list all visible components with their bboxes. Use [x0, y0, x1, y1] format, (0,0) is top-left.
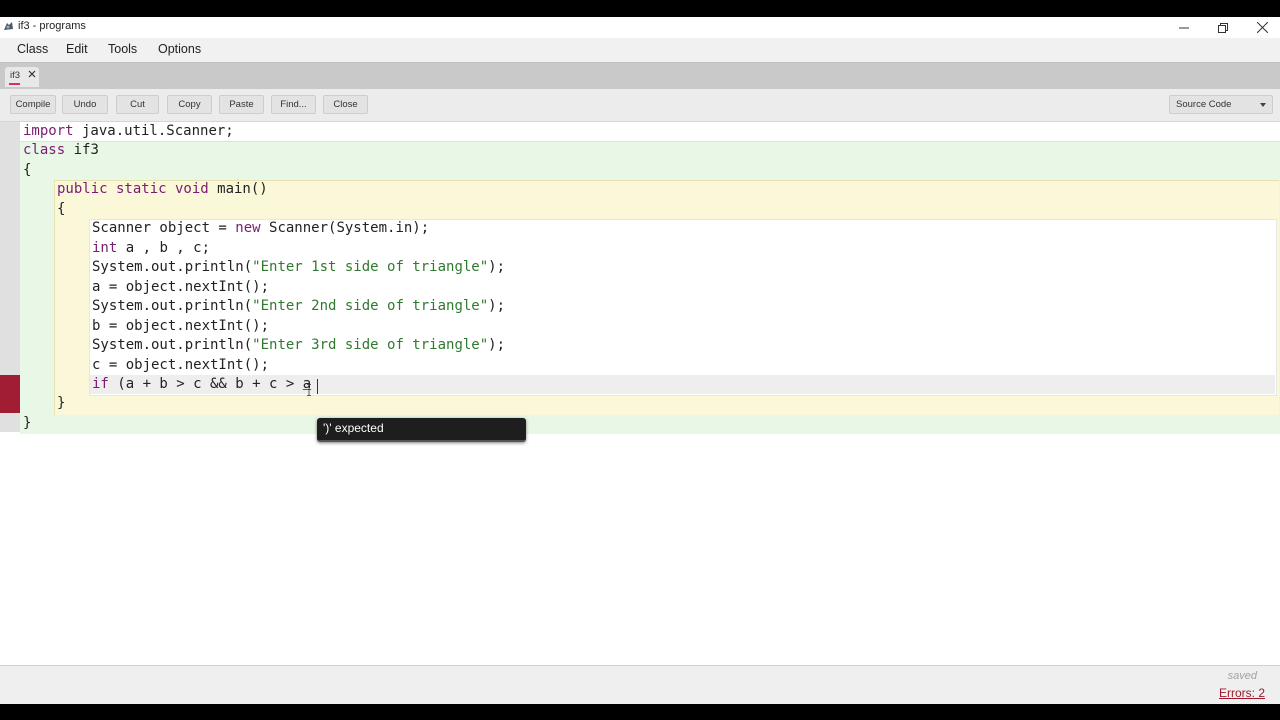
view-select-value: Source Code: [1176, 99, 1232, 110]
menu-bar: Class Edit Tools Options: [0, 38, 1280, 62]
close-icon: [1256, 22, 1268, 33]
restore-icon: [1218, 22, 1228, 33]
restore-button[interactable]: [1203, 17, 1243, 38]
code-text: (a + b > c && b + c >: [108, 376, 303, 392]
code-line-16: }: [23, 415, 32, 431]
tab-active-indicator: [9, 83, 20, 85]
code-line-2: class if3: [23, 141, 99, 160]
code-line-5: {: [57, 201, 66, 217]
code-line-8: System.out.println("Enter 1st side of tr…: [92, 258, 505, 277]
code-text: main(): [208, 181, 268, 197]
code-text: );: [488, 298, 506, 314]
tab-label: if3: [10, 70, 21, 81]
close-button[interactable]: Close: [323, 95, 368, 114]
code-line-4: public static void main(): [57, 180, 268, 199]
bluej-editor-window: if3 - programs Class Edit Tools Options …: [0, 17, 1280, 704]
code-line-12: System.out.println("Enter 3rd side of tr…: [92, 336, 505, 355]
saved-status: saved: [1227, 670, 1257, 682]
keyword: class: [23, 142, 66, 158]
code-line-7: int a , b , c;: [92, 239, 210, 258]
errors-link[interactable]: Errors: 2: [1219, 686, 1265, 700]
keyword: if: [92, 376, 109, 392]
code-text: if3: [65, 142, 99, 158]
code-text: System.out.println(: [92, 259, 253, 275]
code-line-15: }: [57, 395, 66, 411]
status-bar: saved Errors: 2: [0, 665, 1280, 704]
menu-tools[interactable]: Tools: [108, 42, 137, 56]
keyword: public static void: [57, 181, 209, 197]
code-line-3: {: [23, 162, 32, 178]
bluej-app-icon: [4, 22, 13, 30]
error-gutter-marker[interactable]: [0, 375, 20, 413]
copy-button[interactable]: Copy: [167, 95, 212, 114]
menu-edit[interactable]: Edit: [66, 42, 88, 56]
keyword: new: [235, 220, 261, 236]
code-text: a , b , c;: [117, 240, 211, 256]
code-text: System.out.println(: [92, 337, 253, 353]
string-literal: "Enter 2nd side of triangle": [252, 298, 489, 314]
toolbar: Compile Undo Cut Copy Paste Find... Clos…: [0, 89, 1280, 122]
code-text: );: [488, 259, 506, 275]
title-bar: if3 - programs: [0, 17, 1280, 38]
code-line-9: a = object.nextInt();: [92, 279, 270, 295]
compile-button[interactable]: Compile: [10, 95, 56, 114]
keyword: import: [23, 123, 74, 139]
line-gutter-bottom[interactable]: [0, 413, 20, 432]
code-line-10: System.out.println("Enter 2nd side of tr…: [92, 297, 505, 316]
line-gutter[interactable]: [0, 122, 20, 375]
code-line-6: Scanner object = new Scanner(System.in);: [92, 219, 429, 238]
undo-button[interactable]: Undo: [62, 95, 108, 114]
find-button[interactable]: Find...: [271, 95, 316, 114]
string-literal: "Enter 1st side of triangle": [252, 259, 489, 275]
string-literal: "Enter 3rd side of triangle": [252, 337, 489, 353]
code-text: );: [488, 337, 506, 353]
menu-options[interactable]: Options: [158, 42, 201, 56]
close-window-button[interactable]: [1242, 17, 1280, 38]
minimize-button[interactable]: [1164, 17, 1204, 38]
chevron-down-icon: [1260, 103, 1266, 107]
error-tooltip-text: ')' expected: [323, 421, 384, 435]
tab-close-icon[interactable]: [27, 69, 37, 79]
cut-button[interactable]: Cut: [116, 95, 159, 114]
text-caret: [317, 379, 318, 394]
tab-strip: if3: [0, 62, 1280, 90]
minimize-icon: [1179, 27, 1189, 28]
code-line-14: if (a + b > c && b + c > a: [92, 375, 311, 394]
code-text: Scanner object =: [92, 220, 236, 236]
code-text: Scanner(System.in);: [260, 220, 430, 236]
ibeam-cursor-icon: [307, 384, 311, 396]
code-text: java.util.Scanner;: [73, 123, 234, 139]
window-title: if3 - programs: [18, 20, 86, 32]
code-line-13: c = object.nextInt();: [92, 357, 270, 373]
code-editor[interactable]: import java.util.Scanner; class if3 { pu…: [0, 122, 1280, 665]
code-line-11: b = object.nextInt();: [92, 318, 270, 334]
error-tooltip: ')' expected: [317, 418, 526, 442]
keyword: int: [92, 240, 118, 256]
menu-class[interactable]: Class: [17, 42, 48, 56]
code-text: System.out.println(: [92, 298, 253, 314]
paste-button[interactable]: Paste: [219, 95, 264, 114]
code-line-1: import java.util.Scanner;: [23, 122, 234, 141]
tab-if3[interactable]: if3: [5, 67, 39, 87]
view-select[interactable]: Source Code: [1169, 95, 1273, 114]
